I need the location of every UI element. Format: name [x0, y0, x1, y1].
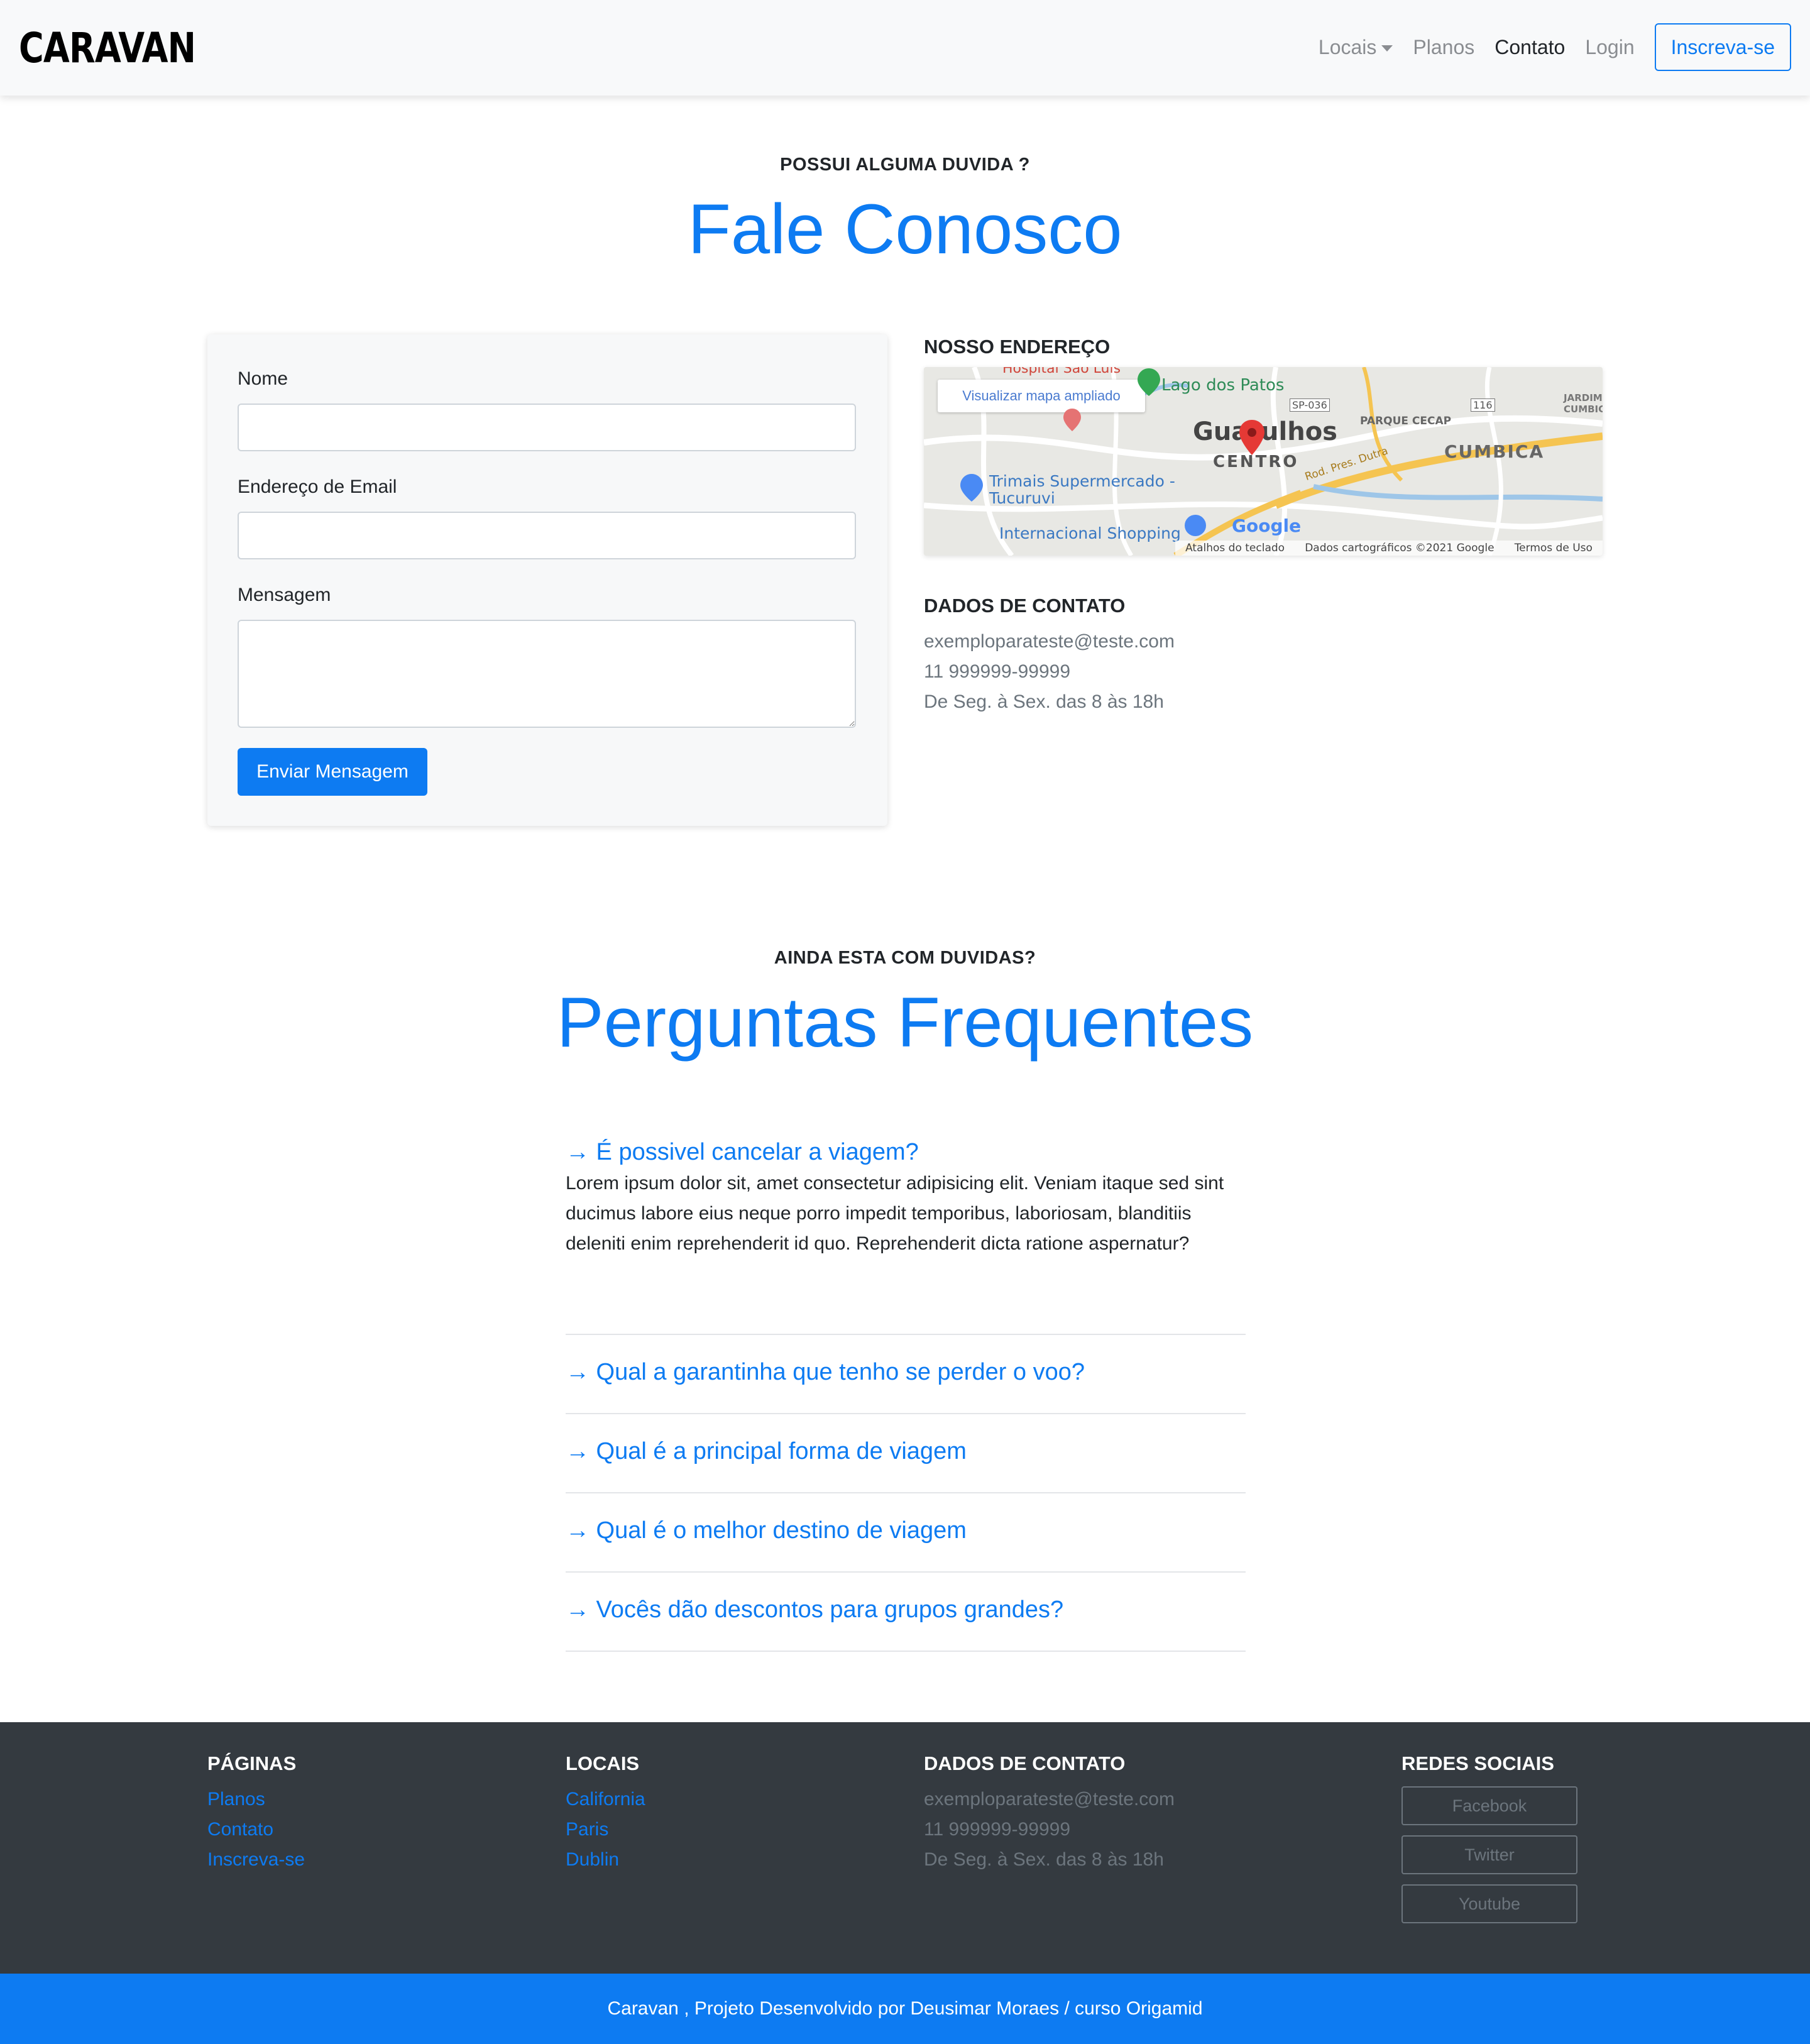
- facebook-button[interactable]: Facebook: [1401, 1786, 1577, 1825]
- contact-phone: 11 999999-99999: [924, 661, 1070, 682]
- contact-email: exemploparateste@teste.com: [924, 631, 1175, 652]
- faq-item: → Qual a garantinha que tenho se perder …: [566, 1359, 1246, 1386]
- faq-answer: Lorem ipsum dolor sit, amet consectetur …: [566, 1173, 1224, 1254]
- shop-pin-icon: [960, 474, 983, 502]
- map-label: SP-036: [1290, 398, 1330, 412]
- faq-divider: [566, 1334, 1246, 1335]
- map-label: Guarulhos: [1193, 417, 1337, 446]
- map-label: CUMBICA: [1444, 441, 1545, 462]
- footer-link-planos[interactable]: Planos: [207, 1789, 265, 1810]
- map-pin-icon: [1239, 420, 1264, 455]
- signup-button[interactable]: Inscreva-se: [1654, 23, 1791, 71]
- faq-item: → Qual é o melhor destino de viagem: [566, 1517, 1246, 1544]
- footer-link-paris[interactable]: Paris: [566, 1819, 608, 1840]
- footer-phone: 11 999999-99999: [924, 1819, 1070, 1840]
- faq-item: → É possivel cancelar a viagem? Lorem ip…: [566, 1139, 1246, 1259]
- youtube-button[interactable]: Youtube: [1401, 1884, 1577, 1923]
- map-data-text: Dados cartográficos ©2021 Google: [1305, 542, 1495, 554]
- contact-title: Fale Conosco: [688, 190, 1122, 268]
- terms-link[interactable]: Termos de Uso: [1515, 542, 1593, 554]
- contact-details-heading: DADOS DE CONTATO: [924, 595, 1126, 617]
- credit-bar: Caravan , Projeto Desenvolvido por Deusi…: [0, 1974, 1810, 2044]
- map-label: PARQUE CECAP: [1360, 415, 1452, 427]
- nav-item-contato[interactable]: Contato: [1495, 36, 1565, 59]
- faq-divider: [566, 1492, 1246, 1493]
- footer-link-inscreva-se[interactable]: Inscreva-se: [207, 1849, 305, 1871]
- google-logo: Google: [1232, 515, 1302, 536]
- embedded-map[interactable]: Visualizar mapa ampliado Hospital São Lu…: [924, 367, 1603, 556]
- faq-question[interactable]: → Vocês dão descontos para grupos grande…: [566, 1596, 1246, 1624]
- footer-link-california[interactable]: California: [566, 1789, 645, 1810]
- map-label: 116: [1471, 398, 1495, 412]
- footer-email: exemploparateste@teste.com: [924, 1789, 1175, 1810]
- faq-eyebrow: AINDA ESTA COM DUVIDAS?: [774, 948, 1036, 968]
- keyboard-shortcuts-link[interactable]: Atalhos do teclado: [1185, 542, 1285, 554]
- footer-social-heading: REDES SOCIAIS: [1401, 1752, 1554, 1774]
- footer-contact-heading: DADOS DE CONTATO: [924, 1752, 1126, 1774]
- footer-link-dublin[interactable]: Dublin: [566, 1849, 619, 1871]
- map-label: Trimais Supermercado - Tucuruvi: [989, 472, 1175, 507]
- faq-item: → Vocês dão descontos para grupos grande…: [566, 1596, 1246, 1624]
- message-label: Mensagem: [238, 585, 331, 605]
- email-label: Endereço de Email: [238, 476, 397, 497]
- faq-divider: [566, 1651, 1246, 1652]
- send-message-button[interactable]: Enviar Mensagem: [238, 748, 427, 796]
- hospital-pin-icon: [1063, 409, 1081, 431]
- contact-eyebrow: POSSUI ALGUMA DUVIDA ?: [780, 155, 1030, 175]
- caret-down-icon: [1381, 45, 1393, 52]
- faq-item: → Qual é a principal forma de viagem: [566, 1438, 1246, 1465]
- name-label: Nome: [238, 368, 288, 389]
- map-label: JARDIM CUMBICA: [1564, 392, 1603, 415]
- footer: PÁGINAS Planos Contato Inscreva-se LOCAI…: [0, 1722, 1810, 1974]
- map-label: Internacional Shopping: [999, 524, 1181, 542]
- map-label: Lago dos Patos: [1161, 376, 1285, 395]
- mall-pin-icon: [1185, 515, 1206, 536]
- faq-title: Perguntas Frequentes: [556, 983, 1254, 1062]
- map-label: Hospital São Luis: [1002, 367, 1121, 376]
- address-heading: NOSSO ENDEREÇO: [924, 336, 1111, 358]
- nav-item-locais[interactable]: Locais: [1319, 36, 1393, 59]
- faq-divider: [566, 1413, 1246, 1414]
- footer-locations-heading: LOCAIS: [566, 1752, 640, 1774]
- faq-question[interactable]: → É possivel cancelar a viagem?: [566, 1139, 1246, 1166]
- credit-text: Caravan , Projeto Desenvolvido por Deusi…: [607, 1998, 1203, 2019]
- nav-item-login[interactable]: Login: [1585, 36, 1634, 59]
- map-label: CENTRO: [1213, 453, 1299, 471]
- email-field[interactable]: [238, 512, 856, 559]
- navbar: CARAVAN Locais Planos Contato Login Insc…: [0, 0, 1810, 96]
- faq-question[interactable]: → Qual a garantinha que tenho se perder …: [566, 1359, 1246, 1386]
- view-larger-map-link[interactable]: Visualizar mapa ampliado: [938, 380, 1145, 412]
- park-pin-icon: [1138, 368, 1160, 396]
- twitter-button[interactable]: Twitter: [1401, 1835, 1577, 1874]
- faq-question[interactable]: → Qual é o melhor destino de viagem: [566, 1517, 1246, 1544]
- contact-form: Nome Endereço de Email Mensagem Enviar M…: [207, 334, 887, 826]
- nav-links: Locais Planos Contato Login Inscreva-se: [1298, 23, 1791, 72]
- map-attribution: Atalhos do teclado Dados cartográficos ©…: [1175, 541, 1603, 556]
- contact-hours: De Seg. à Sex. das 8 às 18h: [924, 691, 1164, 712]
- footer-hours: De Seg. à Sex. das 8 às 18h: [924, 1849, 1164, 1870]
- name-field[interactable]: [238, 404, 856, 451]
- footer-pages-heading: PÁGINAS: [207, 1752, 297, 1774]
- faq-question[interactable]: → Qual é a principal forma de viagem: [566, 1438, 1246, 1465]
- faq-divider: [566, 1571, 1246, 1573]
- brand-logo[interactable]: CARAVAN: [19, 24, 196, 72]
- message-field[interactable]: [238, 620, 856, 728]
- footer-link-contato[interactable]: Contato: [207, 1819, 273, 1840]
- nav-item-planos[interactable]: Planos: [1413, 36, 1474, 59]
